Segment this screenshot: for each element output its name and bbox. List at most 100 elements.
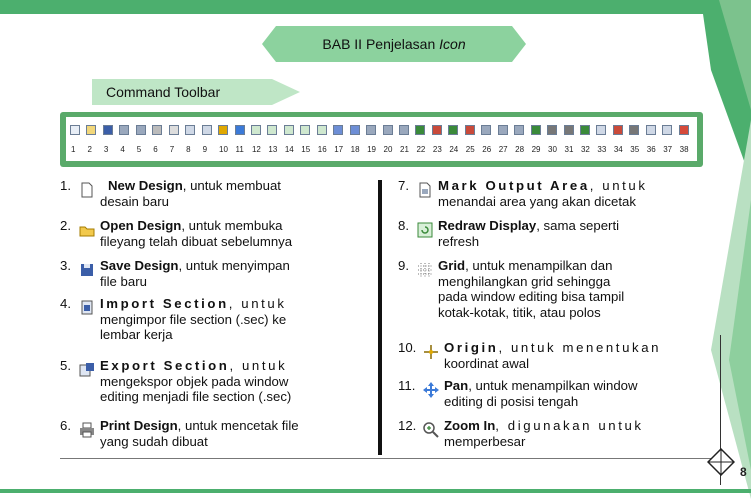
toolbar-number-9: 9 — [202, 145, 208, 154]
zoom-in-icon — [423, 422, 439, 438]
toolbar-number-23: 23 — [432, 145, 442, 154]
chapter-title: BAB II Penjelasan Icon — [322, 36, 466, 52]
toolbar-number-36: 36 — [646, 145, 656, 154]
toolbar-number-26: 26 — [482, 145, 492, 154]
toolbar-icon-14 — [283, 125, 294, 135]
toolbar-icon-21 — [399, 125, 409, 135]
toolbar-number-13: 13 — [268, 145, 278, 154]
item-number: 3. — [60, 258, 71, 273]
toolbar-number-6: 6 — [153, 145, 158, 154]
toolbar-number-24: 24 — [449, 145, 459, 154]
toolbar-number-33: 33 — [597, 145, 607, 154]
toolbar-icon-36 — [645, 125, 656, 135]
toolbar-number-15: 15 — [301, 145, 311, 154]
toolbar-number-22: 22 — [416, 145, 426, 154]
save-design-icon — [81, 264, 93, 276]
toolbar-number-17: 17 — [334, 145, 344, 154]
toolbar-icon-18 — [349, 125, 360, 135]
item-number: 7. — [398, 178, 409, 193]
toolbar-icon-29 — [530, 125, 541, 135]
toolbar-number-27: 27 — [498, 145, 508, 154]
toolbar-number-28: 28 — [515, 145, 525, 154]
grid-icon — [418, 263, 432, 277]
toolbar-icon-34 — [612, 125, 623, 135]
item-number: 9. — [398, 258, 409, 273]
toolbar-number-30: 30 — [548, 145, 557, 154]
section-tag: Command Toolbar — [92, 79, 300, 105]
item-number: 12. — [398, 418, 417, 433]
toolbar-icon-17 — [333, 125, 344, 135]
toolbar-icon-35 — [629, 125, 640, 135]
section-title: Command Toolbar — [106, 84, 221, 100]
toolbar-number-5: 5 — [136, 145, 142, 154]
toolbar-icon-25 — [464, 125, 475, 135]
toolbar-icon-5 — [135, 125, 146, 135]
toolbar-icon-32 — [579, 125, 590, 135]
item-number: 2. — [60, 218, 71, 233]
toolbar-number-10: 10 — [219, 145, 228, 154]
toolbar-icon-22 — [415, 125, 426, 135]
toolbar-image — [66, 117, 697, 161]
toolbar-number-2: 2 — [87, 145, 92, 154]
toolbar-number-14: 14 — [284, 145, 294, 154]
column-separator — [378, 180, 382, 455]
item-number: 6. — [60, 418, 71, 433]
toolbar-number-31: 31 — [564, 145, 574, 154]
toolbar-icon-9 — [201, 125, 212, 135]
toolbar-icon-6 — [152, 125, 163, 135]
toolbar-number-8: 8 — [186, 145, 191, 154]
right-decoration — [701, 0, 751, 499]
toolbar-icon-30 — [547, 125, 558, 135]
toolbar-number-34: 34 — [613, 145, 623, 154]
toolbar-number-7: 7 — [169, 145, 175, 154]
print-design-icon — [80, 422, 94, 438]
item-number: 11. — [398, 378, 416, 393]
item-number: 10. — [398, 340, 417, 355]
toolbar-icon-20 — [382, 125, 393, 135]
toolbar-icon-23 — [431, 125, 442, 135]
toolbar-icon-26 — [481, 125, 492, 135]
item-number: 5. — [60, 358, 71, 373]
toolbar-number-3: 3 — [103, 145, 109, 154]
toolbar-number-25: 25 — [465, 145, 475, 154]
mark-output-area-icon — [419, 182, 431, 198]
toolbar-icon-33 — [596, 125, 607, 135]
toolbar-number-18: 18 — [350, 145, 360, 154]
toolbar-icon-13 — [267, 125, 278, 135]
pan-icon — [423, 382, 439, 398]
footer-rule — [60, 458, 720, 459]
toolbar-number-20: 20 — [383, 145, 393, 154]
toolbar-icon-8 — [185, 125, 196, 135]
export-section-icon — [79, 363, 94, 377]
toolbar-icon-28 — [514, 125, 525, 135]
toolbar-icon-38 — [678, 125, 689, 135]
origin-icon — [424, 345, 438, 359]
toolbar-icon-15 — [300, 125, 311, 135]
toolbar-icon-19 — [366, 125, 377, 135]
import-section-icon — [81, 300, 93, 315]
toolbar-number-21: 21 — [400, 145, 409, 154]
toolbar-number-12: 12 — [251, 145, 261, 154]
toolbar-number-29: 29 — [531, 145, 541, 154]
toolbar-icon-16 — [316, 125, 327, 135]
toolbar-number-11: 11 — [235, 145, 244, 154]
toolbar-icon-4 — [119, 125, 130, 135]
toolbar-number-19: 19 — [367, 145, 376, 154]
open-design-icon — [79, 226, 95, 237]
toolbar-icon-2 — [86, 125, 97, 135]
toolbar-icon-1 — [70, 125, 80, 135]
toolbar-icon-24 — [448, 125, 459, 135]
redraw-display-icon — [417, 222, 433, 238]
page-number: 8 — [740, 465, 747, 479]
toolbar-icon-10 — [218, 125, 229, 135]
toolbar-number-4: 4 — [120, 145, 125, 154]
chapter-title-banner: BAB II Penjelasan Icon — [262, 26, 526, 62]
toolbar-number-16: 16 — [317, 145, 327, 154]
toolbar-icon-27 — [497, 125, 508, 135]
toolbar-icon-37 — [662, 125, 673, 135]
toolbar-icon-7 — [168, 125, 179, 135]
toolbar-icon-12 — [250, 125, 261, 135]
toolbar-icon-3 — [102, 125, 113, 135]
toolbar-icon-11 — [234, 125, 245, 135]
new-design-icon — [81, 182, 93, 198]
